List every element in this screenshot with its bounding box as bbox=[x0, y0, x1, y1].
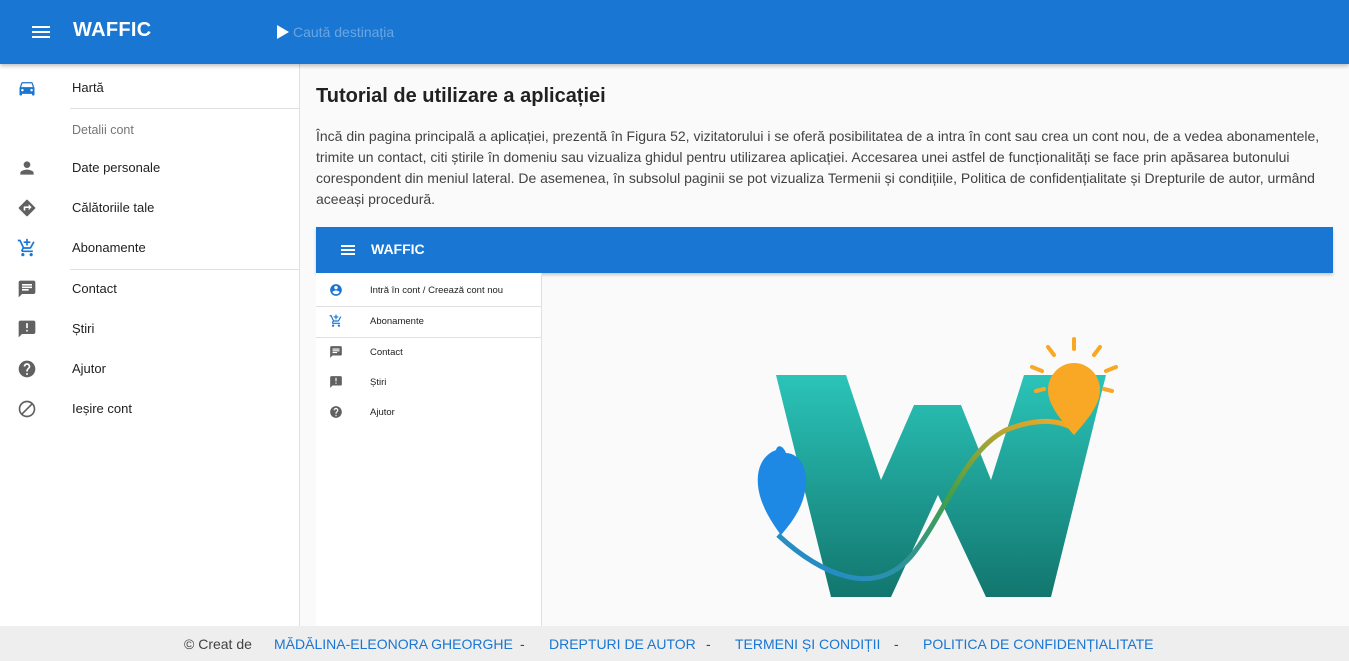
help-icon bbox=[18, 360, 36, 378]
footer-copyright-link[interactable]: DREPTURI DE AUTOR bbox=[549, 636, 696, 652]
sidebar-item-stiri[interactable]: Știri bbox=[0, 309, 299, 349]
figure-item-label: Știri bbox=[370, 377, 387, 388]
sidebar-item-iesire-cont[interactable]: Ieșire cont bbox=[0, 389, 299, 429]
footer-privacy-link[interactable]: POLITICA DE CONFIDENȚIALITATE bbox=[923, 636, 1154, 652]
figure-app-bar: WAFFIC bbox=[316, 227, 1333, 273]
account-circle-icon bbox=[330, 284, 342, 296]
cart-icon bbox=[329, 314, 342, 327]
sidebar-item-calatoriile-tale[interactable]: Călătoriile tale bbox=[0, 188, 299, 228]
announcement-icon bbox=[18, 320, 36, 338]
sidebar-item-contact[interactable]: Contact bbox=[0, 269, 299, 309]
sidebar-item-ajutor[interactable]: Ajutor bbox=[0, 349, 299, 389]
footer-terms-link[interactable]: TERMENI ȘI CONDIȚII bbox=[735, 636, 880, 652]
destination-search-input[interactable] bbox=[293, 22, 523, 42]
footer-created-by: © Creat de bbox=[184, 636, 252, 652]
play-arrow-icon[interactable] bbox=[277, 25, 289, 39]
figure-item-label: Ajutor bbox=[370, 407, 395, 418]
help-icon bbox=[330, 406, 342, 418]
app-title[interactable]: WAFFIC bbox=[73, 19, 151, 42]
sidebar-item-label: Abonamente bbox=[72, 240, 146, 255]
footer-separator: - bbox=[706, 636, 711, 652]
app-bar: WAFFIC bbox=[0, 0, 1349, 64]
sidebar-item-label: Călătoriile tale bbox=[72, 200, 155, 215]
car-icon bbox=[19, 82, 35, 96]
sidebar-item-harta[interactable]: Hartă bbox=[0, 68, 299, 108]
sidebar-item-label: Contact bbox=[72, 281, 117, 296]
footer-author-link[interactable]: MĂDĂLINA-ELEONORA GHEORGHE bbox=[274, 636, 513, 652]
figure-app-title: WAFFIC bbox=[371, 241, 425, 257]
figure-item-stiri: Știri bbox=[316, 367, 541, 397]
figure-item-abonamente: Abonamente bbox=[316, 306, 541, 336]
figure-item-label: Contact bbox=[370, 347, 403, 358]
figure-sidebar: Intră în cont / Creează cont nou Aboname… bbox=[316, 273, 542, 626]
figure-item-label: Abonamente bbox=[370, 316, 424, 327]
menu-button[interactable] bbox=[22, 20, 62, 44]
sidebar-item-date-personale[interactable]: Date personale bbox=[0, 148, 299, 188]
chat-icon bbox=[330, 346, 342, 358]
sidebar-item-label: Ieșire cont bbox=[72, 401, 132, 416]
section-header-account: Detalii cont bbox=[72, 123, 134, 137]
waffic-logo bbox=[757, 337, 1118, 597]
destination-search bbox=[274, 22, 534, 42]
figure-item-ajutor: Ajutor bbox=[316, 397, 541, 427]
menu-icon bbox=[32, 26, 50, 38]
tutorial-figure-screenshot: WAFFIC Intră în cont / Creează cont nou … bbox=[316, 227, 1333, 626]
block-icon bbox=[18, 400, 36, 418]
sidebar-item-label: Date personale bbox=[72, 160, 161, 175]
divider bbox=[70, 108, 299, 109]
figure-item-contact: Contact bbox=[316, 337, 541, 367]
sidebar: Hartă Detalii cont Date personale Călăto… bbox=[0, 64, 300, 626]
page-title: Tutorial de utilizare a aplicației bbox=[316, 85, 606, 107]
sidebar-item-label: Hartă bbox=[72, 80, 104, 95]
figure-item-login: Intră în cont / Creează cont nou bbox=[316, 275, 541, 305]
person-icon bbox=[20, 161, 34, 175]
cart-icon bbox=[17, 238, 35, 257]
chat-icon bbox=[18, 280, 36, 298]
sidebar-item-label: Știri bbox=[72, 321, 95, 336]
menu-icon bbox=[341, 245, 355, 255]
tutorial-paragraph: Încă din pagina principală a aplicației,… bbox=[316, 128, 1320, 207]
footer-separator: - bbox=[520, 636, 525, 652]
figure-item-label: Intră în cont / Creează cont nou bbox=[370, 285, 504, 296]
main-content: Tutorial de utilizare a aplicației Încă … bbox=[300, 64, 1349, 626]
announcement-icon bbox=[330, 376, 342, 388]
sidebar-item-label: Ajutor bbox=[72, 361, 106, 376]
footer: © Creat de MĂDĂLINA-ELEONORA GHEORGHE - … bbox=[0, 626, 1349, 661]
sidebar-item-abonamente[interactable]: Abonamente bbox=[0, 228, 299, 268]
footer-separator: - bbox=[894, 636, 899, 652]
directions-icon bbox=[18, 199, 36, 217]
